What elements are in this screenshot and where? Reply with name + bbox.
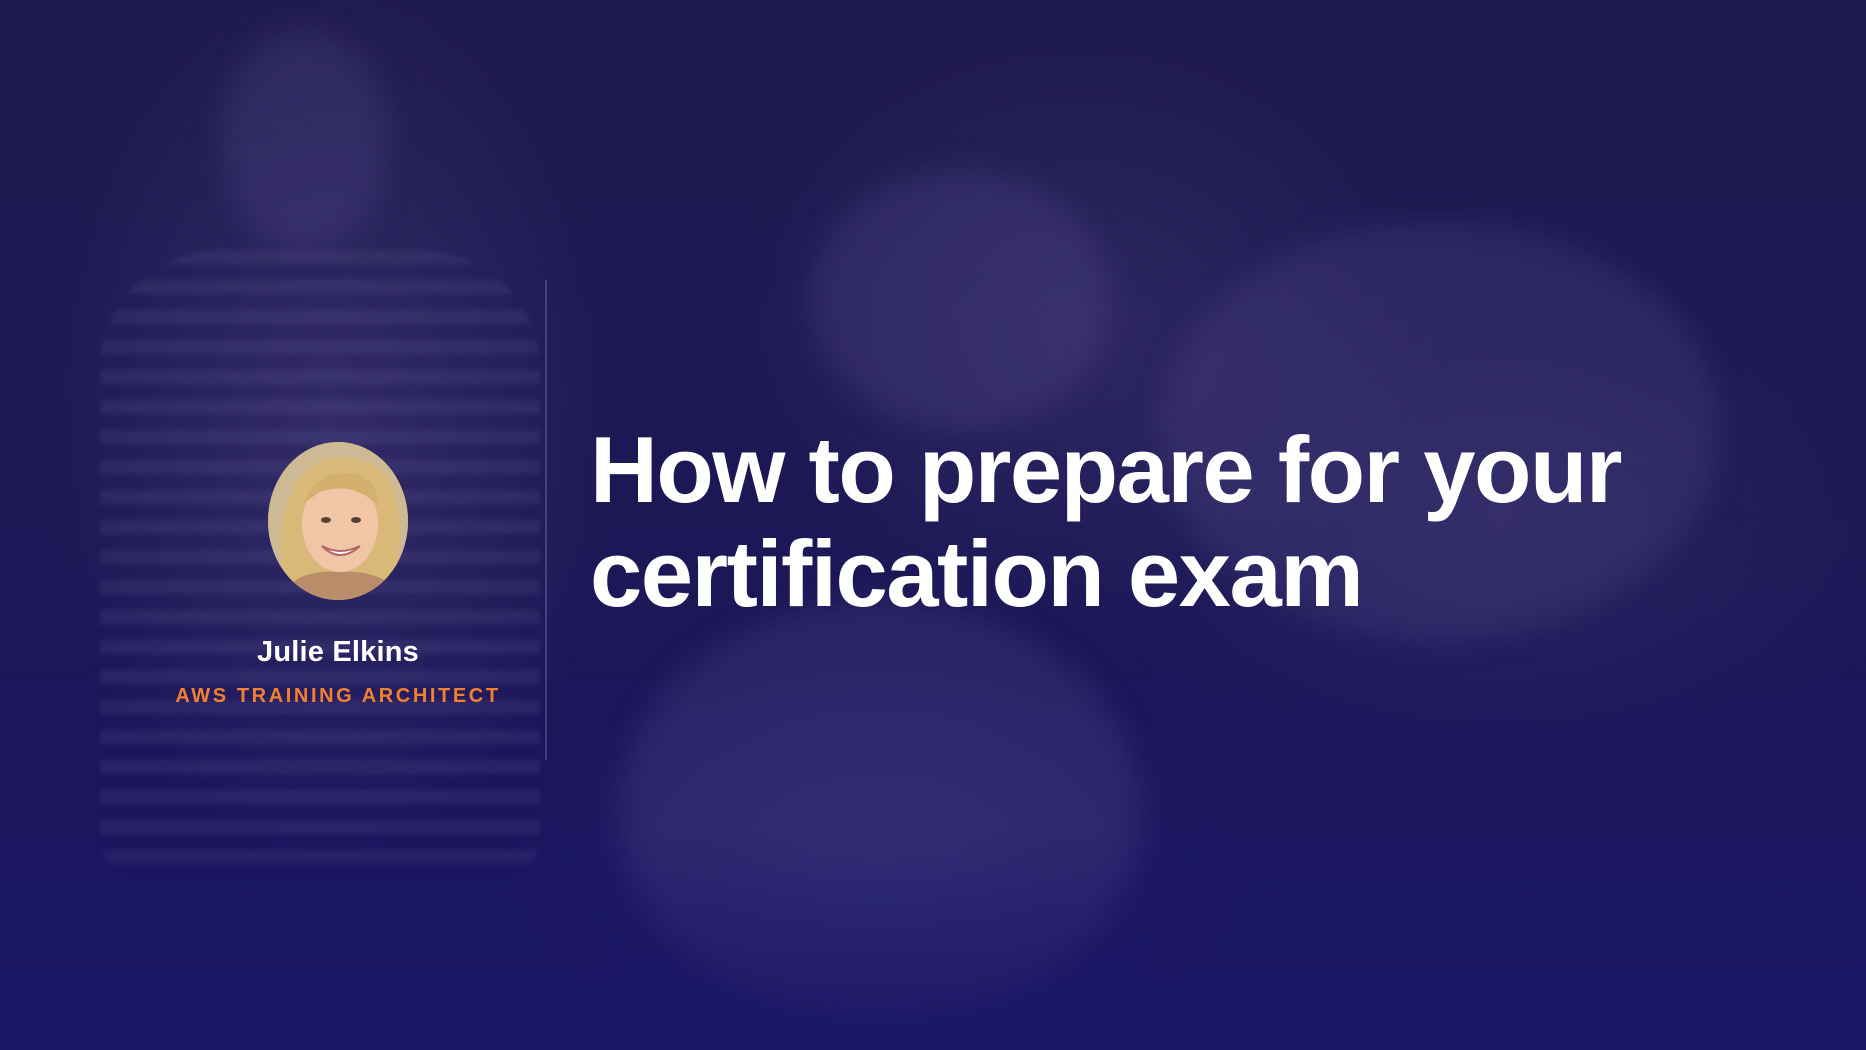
slide: Julie Elkins AWS TRAINING ARCHITECT How … <box>0 0 1866 1050</box>
presenter-avatar <box>268 442 408 600</box>
background-person-right-head <box>810 170 1110 430</box>
background-bottom-fade <box>0 830 1866 1050</box>
slide-title: How to prepare for your certification ex… <box>590 418 1790 626</box>
presenter-name: Julie Elkins <box>257 636 419 668</box>
slide-title-line-2: certification exam <box>590 521 1364 626</box>
presenter-photo-icon <box>268 442 408 600</box>
presenter-role: AWS TRAINING ARCHITECT <box>175 685 501 707</box>
background-person-left-head <box>220 30 390 250</box>
vertical-divider <box>545 280 547 760</box>
slide-title-line-1: How to prepare for your <box>590 417 1622 522</box>
